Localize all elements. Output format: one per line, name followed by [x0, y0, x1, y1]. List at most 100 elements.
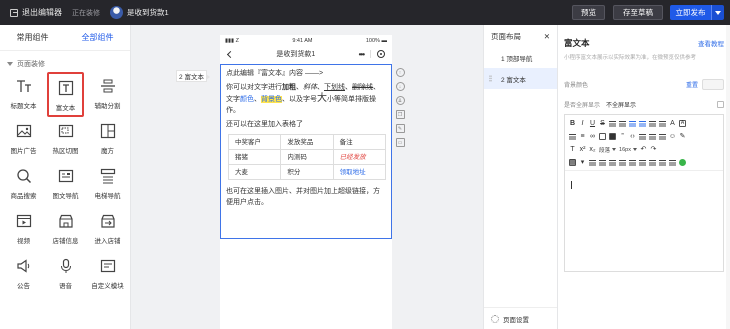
component-rich-text[interactable]: 富文本: [47, 72, 84, 117]
list-icon[interactable]: [569, 133, 576, 140]
italic-icon[interactable]: I: [579, 120, 586, 127]
tab-all-components[interactable]: 全部组件: [65, 25, 130, 50]
delete-table-icon[interactable]: [649, 159, 656, 166]
image-ad-icon: [16, 124, 31, 138]
rich-text-block[interactable]: 点此编辑『富文本』内容 ——> 你可以对文字进行加粗、斜体、下划线、删除线、文字…: [220, 64, 392, 239]
link-icon[interactable]: ∞: [589, 133, 596, 140]
strikethrough-icon[interactable]: S: [599, 120, 606, 127]
table-cell: 积分: [280, 164, 334, 180]
preview-button[interactable]: 预览: [572, 5, 605, 20]
delete-row-icon[interactable]: [609, 159, 616, 166]
component-image-ad[interactable]: 图片广告: [5, 117, 42, 162]
table-icon[interactable]: ▦: [569, 159, 576, 166]
check-icon[interactable]: [679, 159, 686, 166]
tab-common-components[interactable]: 常用组件: [0, 25, 65, 50]
component-enter-shop[interactable]: 进入店铺: [89, 207, 126, 252]
close-icon[interactable]: ✕: [544, 32, 550, 41]
superscript-icon[interactable]: x²: [579, 146, 586, 153]
align-left-icon[interactable]: [609, 120, 616, 127]
component-cube[interactable]: 魔方: [89, 117, 126, 162]
page-settings-button[interactable]: 页面设置: [484, 307, 557, 329]
bold-icon[interactable]: B: [569, 120, 576, 127]
phone-nav-bar[interactable]: 是收到货款1 •••: [220, 46, 392, 62]
delete-column-icon[interactable]: [619, 159, 626, 166]
redo-icon[interactable]: ↷: [650, 146, 657, 153]
clear-format-icon[interactable]: [659, 133, 666, 140]
reset-button[interactable]: 重置: [686, 80, 698, 89]
component-title-text[interactable]: 标题文本: [5, 72, 42, 117]
component-hotspot[interactable]: 热区切图: [47, 117, 84, 162]
toolbar-row: T x² x₂ 段落 16px ↶ ↷: [569, 144, 720, 155]
properties-scrollbar[interactable]: [726, 25, 730, 329]
move-down-icon[interactable]: ↓: [395, 82, 405, 91]
bg-color-icon[interactable]: A: [679, 120, 686, 127]
insert-row-icon[interactable]: [589, 159, 596, 166]
undo-icon[interactable]: ↶: [640, 146, 647, 153]
split-cells-icon[interactable]: [639, 159, 646, 166]
text-style-icon[interactable]: T: [569, 146, 576, 153]
drag-handle-icon[interactable]: [489, 75, 492, 82]
font-size-select[interactable]: 16px: [619, 147, 637, 153]
layout-item-top-nav[interactable]: 1 顶部导航: [484, 47, 557, 68]
move-up-icon[interactable]: ↑: [395, 68, 405, 77]
bg-color-picker[interactable]: [702, 79, 724, 90]
paragraph-select[interactable]: 段落: [599, 146, 616, 154]
ordered-list-icon[interactable]: ≡: [579, 133, 586, 140]
indent-icon[interactable]: [649, 120, 656, 127]
emoji-icon[interactable]: ☺: [669, 133, 676, 140]
delete-icon[interactable]: ▭: [395, 138, 405, 147]
rich-paragraph-4: 也可在这里插入图片、并对图片加上超级链接，方便用户点击。: [226, 188, 380, 206]
component-divider[interactable]: 辅助分割: [89, 72, 126, 117]
layout-item-rich-text[interactable]: 2 富文本: [484, 68, 557, 89]
fullscreen-checkbox[interactable]: [717, 101, 724, 108]
help-link[interactable]: 查看教程: [698, 38, 724, 48]
publish-dropdown-button[interactable]: [711, 5, 724, 20]
insert-column-icon[interactable]: [599, 159, 606, 166]
table-cell: 已经发放: [332, 149, 387, 165]
quote-icon[interactable]: ”: [619, 133, 626, 140]
code-icon[interactable]: ‹›: [629, 133, 636, 140]
table-options-icon[interactable]: ▾: [579, 159, 586, 166]
component-label: 图文导航: [52, 193, 79, 200]
component-label: 辅助分割: [94, 103, 121, 110]
publish-button[interactable]: 立即发布: [670, 5, 711, 20]
component-image-nav[interactable]: 图文导航: [47, 162, 84, 207]
move-bottom-icon[interactable]: ⇊: [395, 96, 405, 105]
component-shop-info[interactable]: 店铺信息: [47, 207, 84, 252]
align-right-icon[interactable]: [639, 120, 646, 127]
edit-icon[interactable]: ✎: [395, 124, 405, 133]
component-notice[interactable]: 公告: [5, 252, 42, 297]
rich-text-editor: B I U S A A ≡ ∞ ” ‹› ☺ ✎ T x² x₂ 段落 16px…: [564, 114, 724, 272]
editor-content-area[interactable]: [565, 170, 723, 270]
underline-icon[interactable]: U: [589, 120, 596, 127]
image-icon[interactable]: [599, 133, 606, 140]
component-elevator-nav[interactable]: 电梯导航: [89, 162, 126, 207]
align-center-icon[interactable]: [619, 120, 626, 127]
paint-icon[interactable]: ✎: [679, 133, 686, 140]
table-border-icon[interactable]: [659, 159, 666, 166]
component-label: 店铺信息: [52, 238, 79, 245]
line-height-icon[interactable]: [649, 133, 656, 140]
subscript-icon[interactable]: x₂: [589, 146, 596, 153]
component-custom-module[interactable]: 自定义模块: [89, 252, 126, 297]
align-justify-icon[interactable]: [629, 120, 636, 127]
copy-icon[interactable]: ❐: [395, 110, 405, 119]
component-video[interactable]: 视频: [5, 207, 42, 252]
text-color-icon[interactable]: A: [669, 120, 676, 127]
signal-indicator: ▮▮▮ Z: [225, 37, 239, 44]
section-page-decoration[interactable]: 页面装修: [0, 56, 130, 72]
custom-module-icon: [100, 259, 115, 273]
title-text-icon: [16, 80, 31, 92]
exit-editor-button[interactable]: 退出编辑器: [0, 0, 62, 25]
format-icon[interactable]: [639, 133, 646, 140]
video-insert-icon[interactable]: [609, 133, 616, 140]
component-product-search[interactable]: 商品搜索: [5, 162, 42, 207]
save-draft-button[interactable]: 存至草稿: [613, 5, 663, 20]
outdent-icon[interactable]: [659, 120, 666, 127]
table-align-icon[interactable]: [669, 159, 676, 166]
table-link-cell[interactable]: 领取地址: [332, 164, 387, 180]
component-voice[interactable]: 语音: [47, 252, 84, 297]
font-size-sample: 大: [317, 93, 327, 104]
fullscreen-row: 是否全屏显示 不全屏显示: [564, 100, 724, 109]
merge-cells-icon[interactable]: [629, 159, 636, 166]
